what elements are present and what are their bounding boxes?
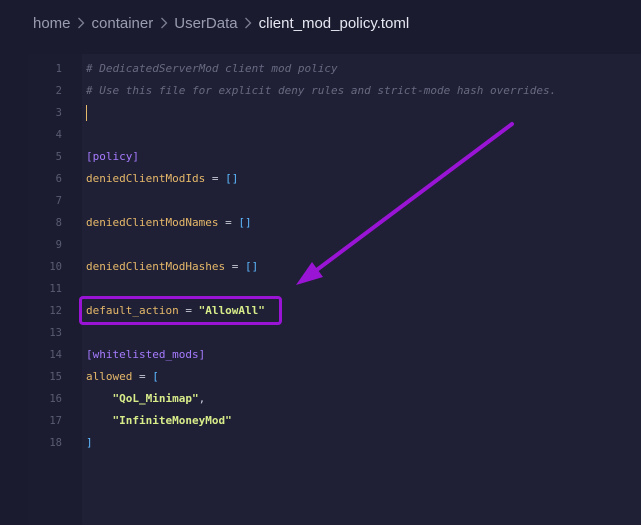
arrow-icon [296,122,514,285]
